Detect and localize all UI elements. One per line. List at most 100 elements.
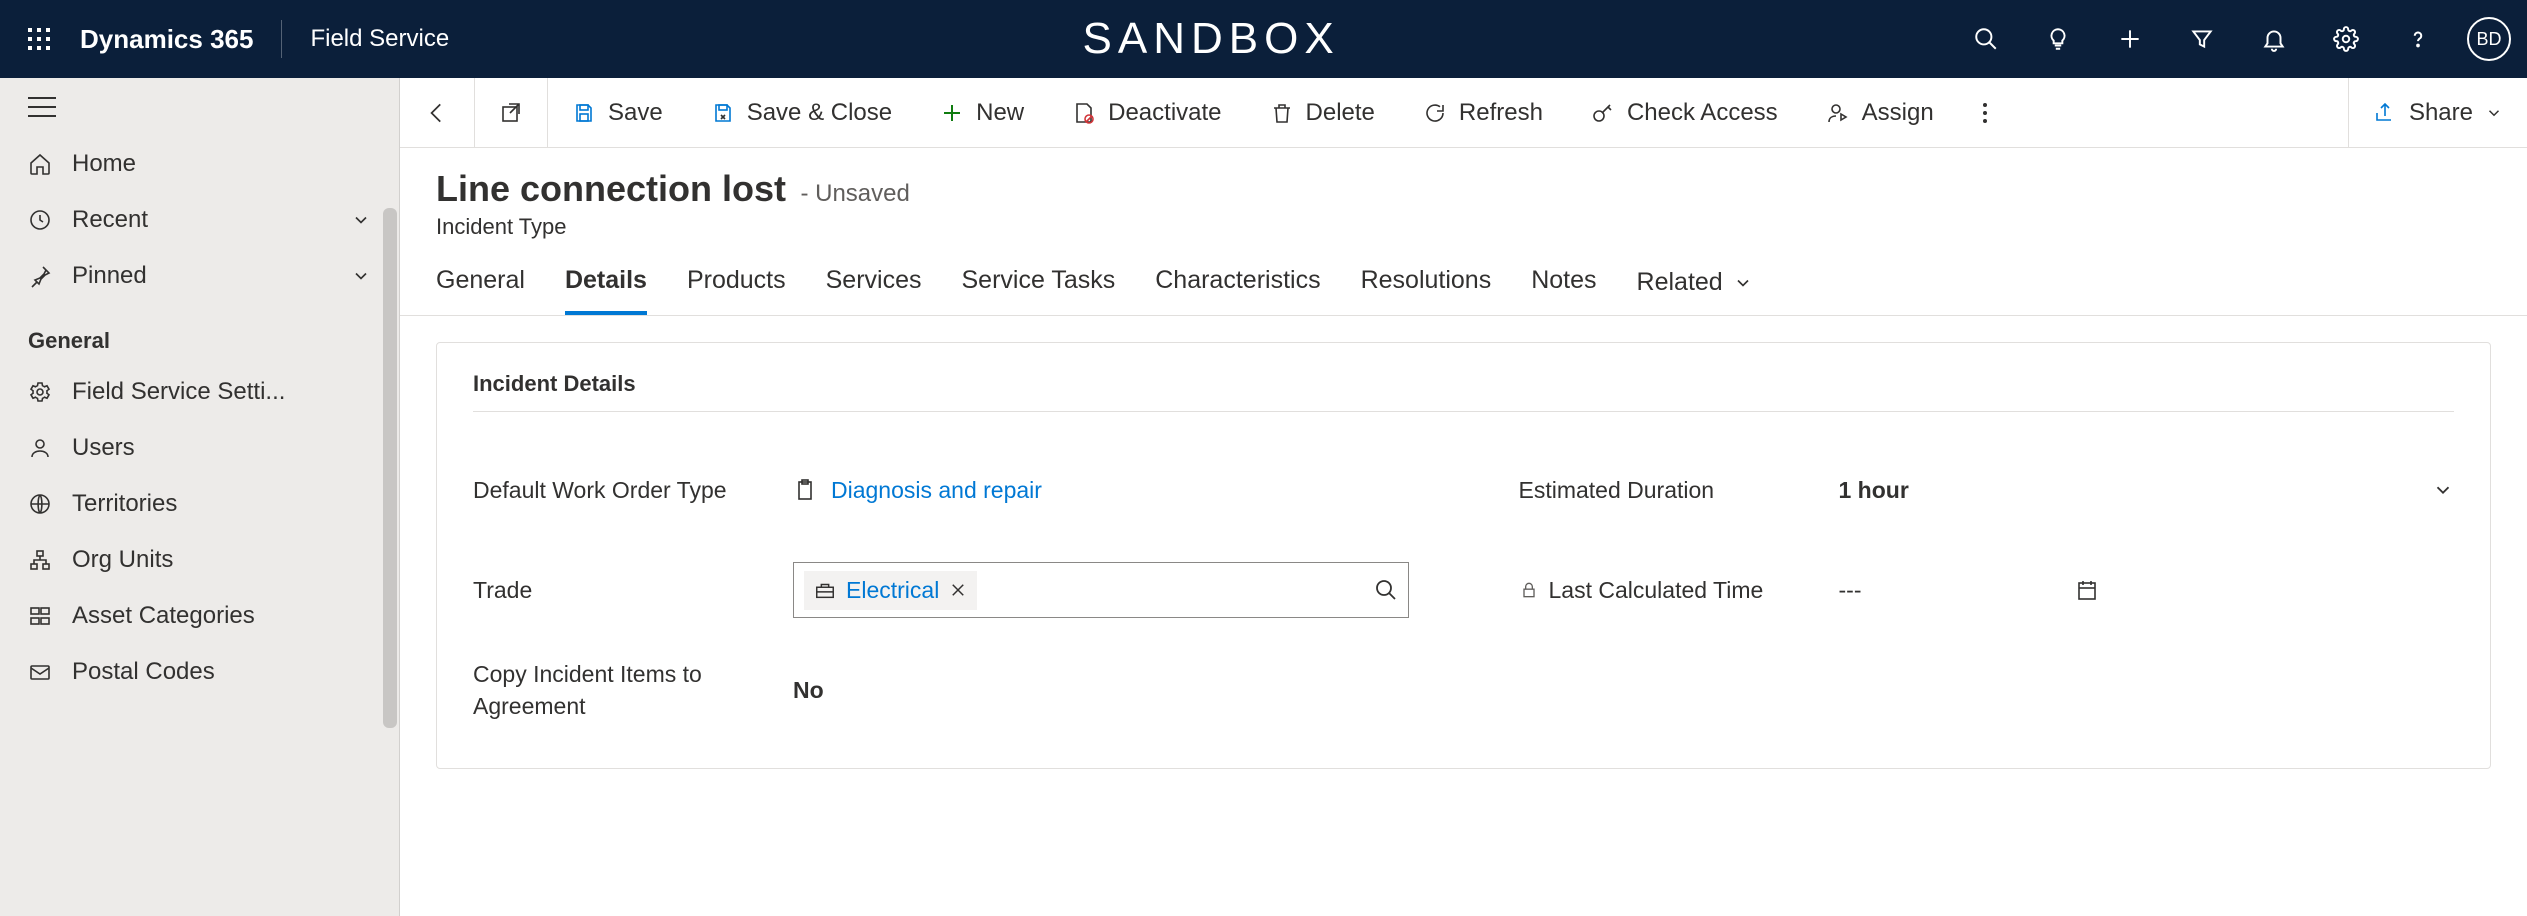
tab-details[interactable]: Details	[565, 266, 647, 315]
delete-button[interactable]: Delete	[1246, 78, 1399, 147]
chevron-down-icon	[351, 266, 371, 286]
value-text: No	[793, 677, 824, 704]
field-default-wo-type: Default Work Order Type Diagnosis and re…	[473, 452, 1409, 528]
lightbulb-icon[interactable]	[2045, 26, 2071, 52]
field-label: Estimated Duration	[1519, 474, 1819, 506]
nav-label: Recent	[72, 206, 148, 234]
topbar-icons	[1973, 26, 2431, 52]
nav-recent[interactable]: Recent	[0, 192, 399, 248]
app-name[interactable]: Field Service	[310, 25, 449, 53]
pin-icon	[28, 264, 52, 288]
record-entity: Incident Type	[436, 214, 2491, 240]
field-last-calculated-time: Last Calculated Time ---	[1519, 552, 2455, 628]
sidebar: Home Recent Pinned General Field Service…	[0, 78, 400, 916]
save-button[interactable]: Save	[548, 78, 687, 147]
category-icon	[28, 604, 52, 628]
lookup-link[interactable]: Diagnosis and repair	[831, 477, 1042, 504]
person-icon	[28, 436, 52, 460]
nav-label: Users	[72, 434, 135, 462]
save-close-button[interactable]: Save & Close	[687, 78, 916, 147]
save-icon	[572, 101, 596, 125]
nav-users[interactable]: Users	[0, 420, 399, 476]
gear-icon[interactable]	[2333, 26, 2359, 52]
user-avatar[interactable]: BD	[2467, 17, 2511, 61]
sidebar-scrollbar[interactable]	[383, 208, 397, 728]
nav-home[interactable]: Home	[0, 136, 399, 192]
clipboard-icon	[793, 478, 817, 502]
search-icon[interactable]	[1973, 26, 1999, 52]
cmd-label: New	[976, 99, 1024, 127]
check-access-button[interactable]: Check Access	[1567, 78, 1802, 147]
card-divider	[473, 411, 2454, 412]
nav-pinned[interactable]: Pinned	[0, 248, 399, 304]
tab-notes[interactable]: Notes	[1531, 266, 1596, 315]
tab-general[interactable]: General	[436, 266, 525, 315]
tab-resolutions[interactable]: Resolutions	[1361, 266, 1492, 315]
nav-label: Postal Codes	[72, 658, 215, 686]
cmd-label: Deactivate	[1108, 99, 1221, 127]
assign-button[interactable]: Assign	[1802, 78, 1958, 147]
assign-icon	[1826, 101, 1850, 125]
search-icon[interactable]	[1374, 578, 1398, 602]
nav-field-service-settings[interactable]: Field Service Setti...	[0, 364, 399, 420]
help-icon[interactable]	[2405, 26, 2431, 52]
field-estimated-duration: Estimated Duration 1 hour	[1519, 452, 2455, 528]
tab-services[interactable]: Services	[826, 266, 922, 315]
duration-value: 1 hour	[1839, 477, 1909, 504]
trade-lookup[interactable]: Electrical	[793, 562, 1409, 618]
hamburger-icon[interactable]	[0, 78, 399, 136]
tab-products[interactable]: Products	[687, 266, 786, 315]
tab-characteristics[interactable]: Characteristics	[1155, 266, 1320, 315]
nav-label: Home	[72, 150, 136, 178]
field-trade: Trade Electrical	[473, 552, 1409, 628]
tab-service-tasks[interactable]: Service Tasks	[961, 266, 1115, 315]
form-tabs: General Details Products Services Servic…	[400, 240, 2527, 316]
value-text: ---	[1839, 577, 1862, 604]
chevron-down-icon[interactable]	[2432, 479, 2454, 501]
app-launcher-icon[interactable]	[16, 16, 62, 62]
cmd-label: Save	[608, 99, 663, 127]
home-icon	[28, 152, 52, 176]
global-top-bar: Dynamics 365 Field Service SANDBOX BD	[0, 0, 2527, 78]
record-header: Line connection lost - Unsaved Incident …	[400, 148, 2527, 240]
chip-label: Electrical	[846, 577, 939, 604]
nav-org-units[interactable]: Org Units	[0, 532, 399, 588]
plus-icon[interactable]	[2117, 26, 2143, 52]
share-button[interactable]: Share	[2349, 78, 2527, 147]
record-title: Line connection lost	[436, 168, 786, 210]
open-new-window-button[interactable]	[475, 78, 547, 147]
gear-icon	[28, 380, 52, 404]
field-value[interactable]: 1 hour	[1839, 477, 2455, 504]
field-value[interactable]: No	[793, 677, 1409, 704]
field-value: ---	[1839, 577, 2455, 604]
back-button[interactable]	[400, 78, 474, 147]
field-copy-incident-items: Copy Incident Items to Agreement No	[473, 652, 1409, 728]
cmd-label: Refresh	[1459, 99, 1543, 127]
plus-icon	[940, 101, 964, 125]
clock-icon	[28, 208, 52, 232]
lookup-chip[interactable]: Electrical	[804, 571, 977, 610]
overflow-button[interactable]	[1958, 78, 2012, 147]
main-content: Save Save & Close New Deactivate Delete …	[400, 78, 2527, 916]
calendar-icon[interactable]	[2075, 578, 2099, 602]
field-value[interactable]: Diagnosis and repair	[793, 477, 1409, 504]
chevron-down-icon	[351, 210, 371, 230]
nav-asset-categories[interactable]: Asset Categories	[0, 588, 399, 644]
trash-icon	[1270, 101, 1294, 125]
field-label: Default Work Order Type	[473, 474, 773, 506]
toolbox-icon	[814, 579, 836, 601]
tab-related[interactable]: Related	[1637, 266, 1753, 315]
refresh-button[interactable]: Refresh	[1399, 78, 1567, 147]
deactivate-button[interactable]: Deactivate	[1048, 78, 1245, 147]
bell-icon[interactable]	[2261, 26, 2287, 52]
cmd-label: Save & Close	[747, 99, 892, 127]
deactivate-icon	[1072, 101, 1096, 125]
nav-territories[interactable]: Territories	[0, 476, 399, 532]
refresh-icon	[1423, 101, 1447, 125]
tab-label: Related	[1637, 268, 1723, 297]
brand-label[interactable]: Dynamics 365	[80, 24, 253, 55]
close-icon[interactable]	[949, 581, 967, 599]
new-button[interactable]: New	[916, 78, 1048, 147]
filter-icon[interactable]	[2189, 26, 2215, 52]
nav-postal-codes[interactable]: Postal Codes	[0, 644, 399, 700]
